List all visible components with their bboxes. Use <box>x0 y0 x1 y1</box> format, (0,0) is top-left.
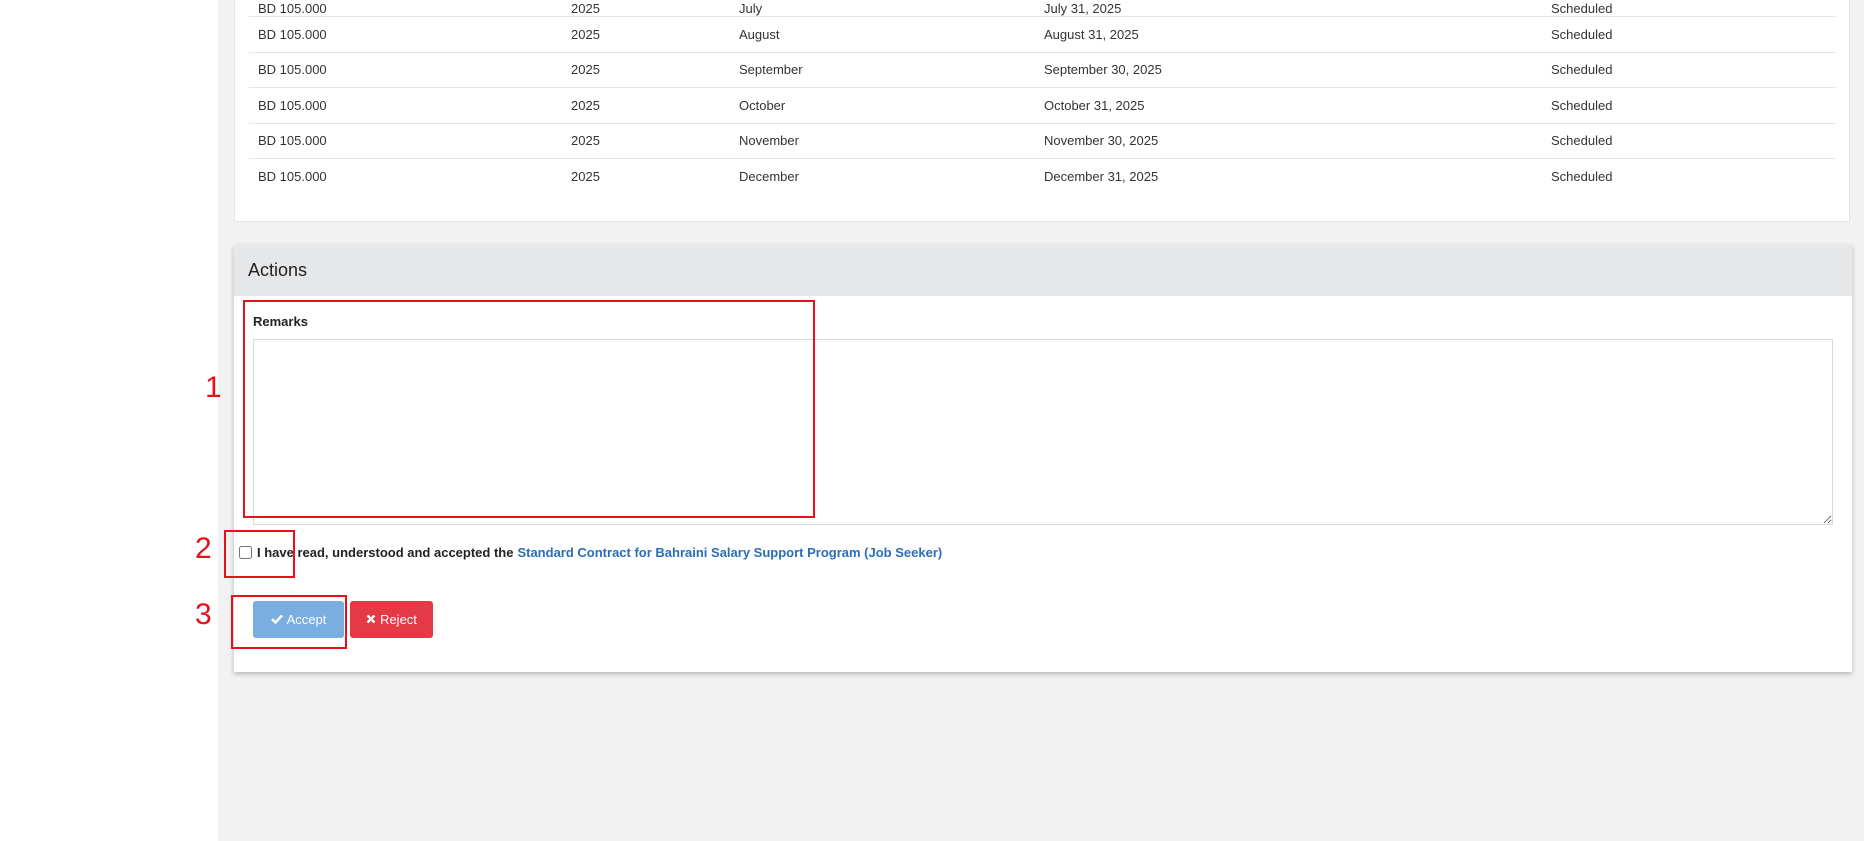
payment-schedule-table: BD 105.000 2025 July July 31, 2025 Sched… <box>249 1 1836 194</box>
contract-link[interactable]: Standard Contract for Bahraini Salary Su… <box>517 545 942 560</box>
amount-cell: BD 105.000 <box>249 51 562 88</box>
due-date-cell: October 31, 2025 <box>1035 87 1542 123</box>
check-icon <box>270 612 283 627</box>
table-row: BD 105.000 2025 October October 31, 2025… <box>249 87 1836 123</box>
reject-button-label: Reject <box>380 612 417 627</box>
year-cell: 2025 <box>571 1 600 16</box>
month-cell: November <box>730 122 1035 159</box>
amount-cell: BD 105.000 <box>249 158 562 194</box>
status-cell: Scheduled <box>1542 158 1836 194</box>
accept-button-label: Accept <box>286 612 327 627</box>
year-cell: 2025 <box>562 51 730 88</box>
annotation-number-3: 3 <box>195 598 212 631</box>
agreement-text: I have read, understood and accepted the <box>257 545 514 560</box>
amount-cell: BD 105.000 <box>249 16 562 52</box>
status-cell: Scheduled <box>1551 1 1613 16</box>
table-row: BD 105.000 2025 August August 31, 2025 S… <box>249 16 1836 52</box>
year-cell: 2025 <box>562 158 730 194</box>
due-date-cell: December 31, 2025 <box>1035 158 1542 194</box>
due-date-cell: November 30, 2025 <box>1035 122 1542 159</box>
remarks-label: Remarks <box>253 314 308 329</box>
actions-header: Actions <box>234 245 1852 296</box>
due-date-cell: September 30, 2025 <box>1035 51 1542 88</box>
month-cell: September <box>730 51 1035 88</box>
table-row: BD 105.000 2025 December December 31, 20… <box>249 158 1836 194</box>
year-cell: 2025 <box>562 122 730 159</box>
amount-cell: BD 105.000 <box>258 1 327 16</box>
actions-panel: Actions Remarks I have read, understood … <box>234 245 1852 672</box>
close-icon <box>366 612 376 627</box>
year-cell: 2025 <box>562 16 730 52</box>
status-cell: Scheduled <box>1542 122 1836 159</box>
due-date-cell: August 31, 2025 <box>1035 16 1542 52</box>
annotation-number-2: 2 <box>195 532 212 565</box>
remarks-textarea[interactable] <box>253 339 1833 525</box>
table-row: BD 105.000 2025 July July 31, 2025 Sched… <box>249 1 1836 17</box>
status-cell: Scheduled <box>1542 51 1836 88</box>
payment-schedule-card: BD 105.000 2025 July July 31, 2025 Sched… <box>234 0 1850 222</box>
year-cell: 2025 <box>562 87 730 123</box>
due-date-cell: July 31, 2025 <box>1044 1 1122 16</box>
month-cell: August <box>730 16 1035 52</box>
actions-title: Actions <box>248 260 308 280</box>
month-cell: October <box>730 87 1035 123</box>
month-cell: July <box>739 1 763 16</box>
left-sidebar <box>0 0 218 841</box>
main-content: BD 105.000 2025 July July 31, 2025 Sched… <box>218 0 1864 841</box>
month-cell: December <box>730 158 1035 194</box>
amount-cell: BD 105.000 <box>249 122 562 159</box>
table-row: BD 105.000 2025 September September 30, … <box>249 51 1836 88</box>
annotation-number-1: 1 <box>205 371 222 404</box>
table-row: BD 105.000 2025 November November 30, 20… <box>249 122 1836 159</box>
status-cell: Scheduled <box>1542 16 1836 52</box>
reject-button[interactable]: Reject <box>350 601 433 638</box>
accept-button[interactable]: Accept <box>253 601 344 638</box>
agreement-row: I have read, understood and accepted the… <box>239 545 942 560</box>
agreement-checkbox[interactable] <box>239 546 252 559</box>
amount-cell: BD 105.000 <box>249 87 562 123</box>
status-cell: Scheduled <box>1542 87 1836 123</box>
